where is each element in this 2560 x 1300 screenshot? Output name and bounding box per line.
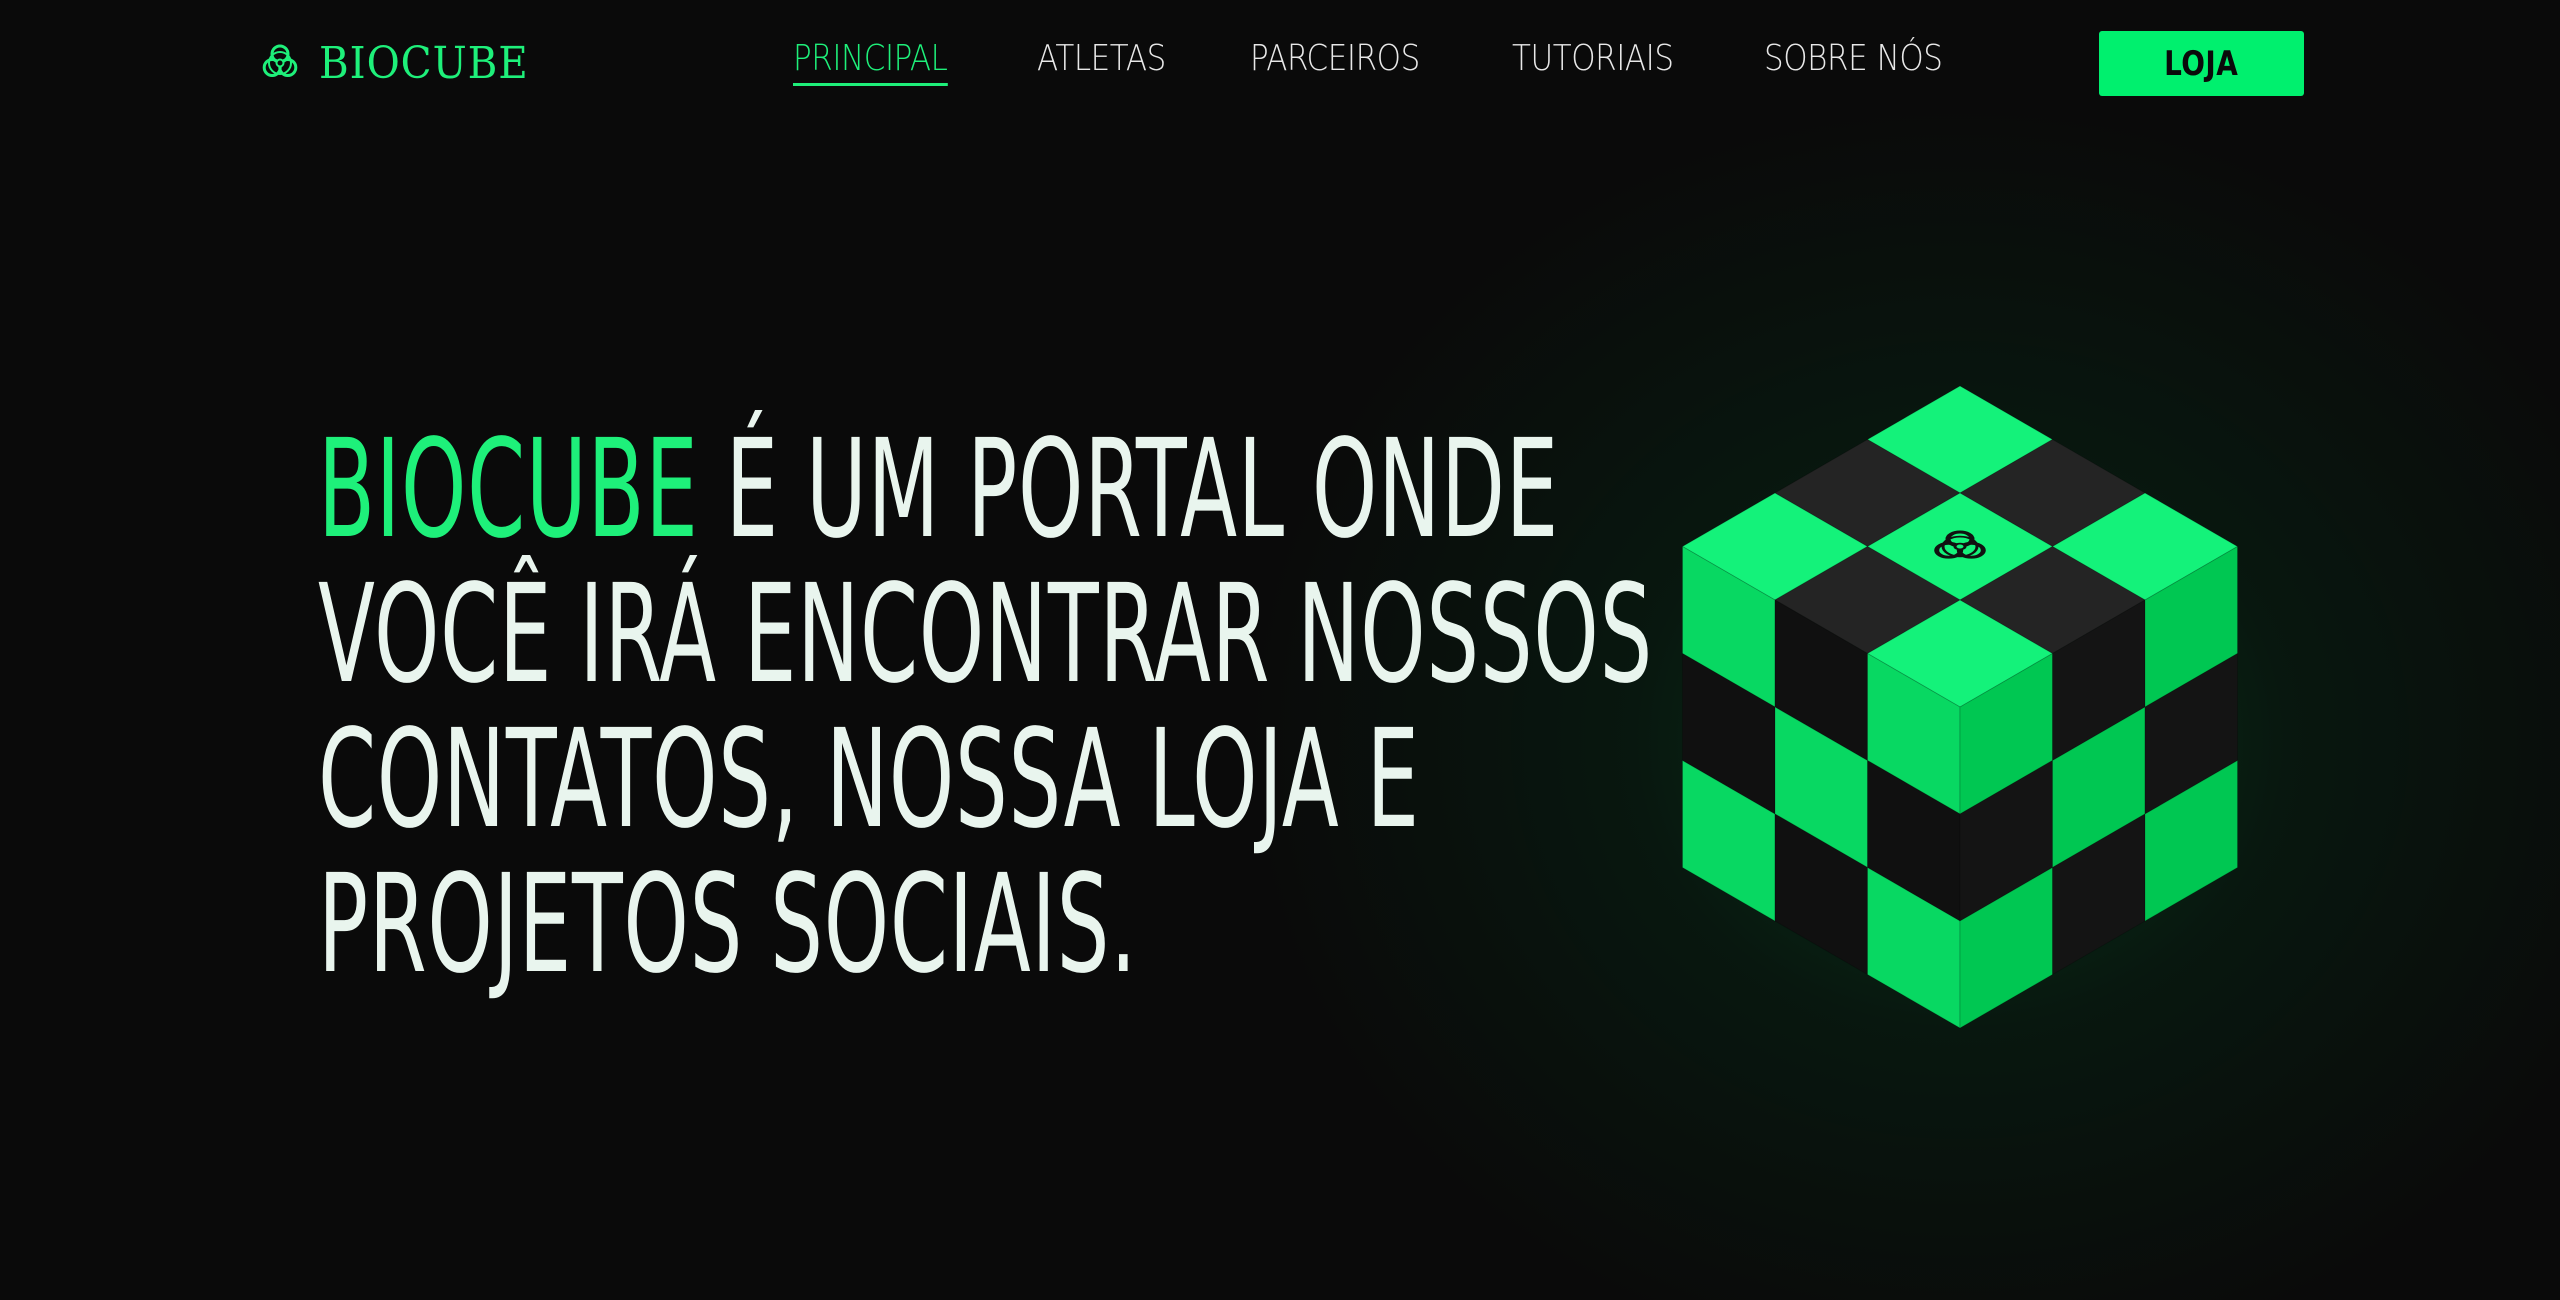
shop-button-label: LOJA [2164,43,2239,84]
nav-item-sobre-nos[interactable]: SOBRE NÓS [1764,38,1943,79]
hero-line-3: CONTATOS, NOSSA LOJA E [318,701,1420,859]
hero-line-2: VOCÊ IRÁ ENCONTRAR NOSSOS [318,556,1653,714]
biohazard-icon [262,44,298,77]
brand-name: BIOCUBE [319,37,529,89]
checkered-cube-illustration [1660,380,2260,1040]
hero-accent-word: BIOCUBE [318,411,699,569]
cube-svg [1681,385,2239,1029]
nav-item-atletas[interactable]: ATLETAS [1037,38,1166,79]
nav-item-parceiros[interactable]: PARCEIROS [1250,38,1420,79]
hero-line-4: PROJETOS SOCIAIS. [318,846,1138,1004]
hero-line-1: BIOCUBE É UM PORTAL ONDE [318,418,1558,563]
nav-item-principal[interactable]: PRINCIPAL [793,38,948,86]
hero-line-1-text: É UM PORTAL ONDE [698,411,1559,569]
nav-item-tutoriais[interactable]: TUTORIAIS [1512,38,1674,79]
hero-heading: BIOCUBE É UM PORTAL ONDE VOCÊ IRÁ ENCONT… [318,418,1653,1004]
brand-logo[interactable]: BIOCUBE [255,33,547,93]
shop-button[interactable]: LOJA [2099,31,2304,96]
top-nav: BIOCUBE PRINCIPAL ATLETAS PARCEIROS TUTO… [0,0,2560,130]
main-menu: PRINCIPAL ATLETAS PARCEIROS TUTORIAIS SO… [793,38,2035,92]
